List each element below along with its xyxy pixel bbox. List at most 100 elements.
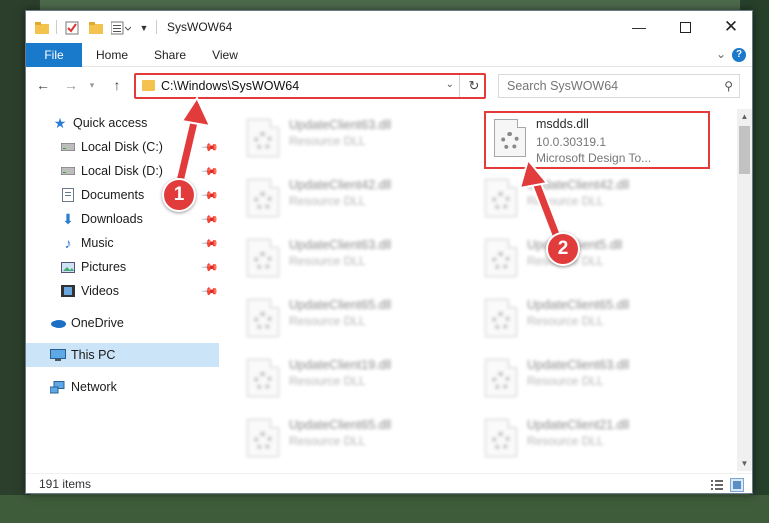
help-icon[interactable]: ? — [732, 48, 746, 62]
file-type: Resource DLL — [527, 314, 604, 328]
details-view-icon[interactable] — [710, 478, 724, 492]
address-divider — [459, 75, 460, 97]
search-icon[interactable]: ⚲ — [724, 79, 733, 93]
title-bar: ▼ SysWOW64 — ✕ — [26, 11, 752, 43]
refresh-icon[interactable]: ↻ — [463, 75, 485, 97]
sidebar-item-label: Music — [81, 236, 114, 250]
drive-icon — [60, 164, 76, 178]
file-tile[interactable]: UpdateClient42.dll Resource DLL — [477, 173, 705, 229]
file-tile[interactable]: UpdateClient63.dll Resource DLL — [239, 113, 467, 169]
file-tile[interactable]: UpdateClient5.dll Resource DLL — [477, 233, 705, 289]
file-tile[interactable]: UpdateClient63.dll Resource DLL — [477, 353, 705, 409]
network-icon — [50, 380, 66, 394]
new-folder-icon[interactable] — [88, 19, 104, 37]
dll-file-icon — [247, 419, 279, 457]
sidebar-item-label: Local Disk (C:) — [81, 140, 163, 154]
file-name: UpdateClient63.dll — [289, 118, 392, 132]
file-type: Resource DLL — [527, 434, 604, 448]
dll-file-icon — [247, 239, 279, 277]
file-tile[interactable]: UpdateClient42.dll Resource DLL — [239, 173, 467, 229]
address-bar[interactable]: C:\Windows\SysWOW64 ⌄ ↻ — [134, 73, 486, 99]
maximize-icon — [679, 21, 691, 33]
dll-file-icon — [247, 359, 279, 397]
window-title: SysWOW64 — [167, 20, 233, 34]
file-name: UpdateClient65.dll — [527, 298, 630, 312]
file-tile[interactable]: UpdateClient65.dll Resource DLL — [239, 293, 467, 349]
sidebar-item-this-pc[interactable]: This PC — [26, 343, 219, 367]
search-input[interactable] — [499, 75, 709, 97]
tab-home[interactable]: Home — [86, 43, 138, 67]
pin-icon: 📌 — [200, 186, 219, 205]
explorer-window: ▼ SysWOW64 — ✕ File Home Share View ⌄ ? … — [25, 10, 753, 494]
pin-icon: 📌 — [200, 258, 219, 277]
cloud-icon — [50, 316, 66, 330]
vertical-scrollbar[interactable]: ▲ ▼ — [737, 109, 752, 471]
up-arrow-icon[interactable]: ↑ — [108, 76, 126, 94]
address-path[interactable]: C:\Windows\SysWOW64 — [161, 79, 299, 93]
step-badge-2: 2 — [546, 232, 580, 266]
ribbon-tabs: File Home Share View ⌄ ? — [26, 43, 752, 67]
pictures-icon — [60, 260, 76, 274]
tab-file[interactable]: File — [26, 43, 82, 67]
sidebar-item-onedrive[interactable]: OneDrive — [26, 311, 219, 335]
minimize-button[interactable]: — — [616, 11, 662, 43]
music-icon: ♪ — [64, 235, 72, 251]
quick-access-dropdown-icon[interactable]: ▼ — [138, 19, 150, 37]
file-name: UpdateClient63.dll — [289, 238, 392, 252]
dll-file-icon — [485, 299, 517, 337]
tab-share[interactable]: Share — [144, 43, 196, 67]
file-name: UpdateClient21.dll — [527, 418, 630, 432]
videos-icon — [60, 284, 76, 298]
search-box[interactable]: ⚲ — [498, 74, 740, 98]
address-dropdown-icon[interactable]: ⌄ — [446, 79, 454, 90]
file-type: Resource DLL — [289, 374, 366, 388]
sidebar-item-music[interactable]: ♪ Music 📌 — [26, 231, 219, 255]
recent-locations-icon[interactable]: ▾ — [86, 76, 98, 94]
file-tile[interactable]: UpdateClient65.dll Resource DLL — [477, 293, 705, 349]
sidebar-item-videos[interactable]: Videos 📌 — [26, 279, 219, 303]
expand-ribbon-icon[interactable]: ⌄ — [716, 47, 726, 61]
file-tile-msdds[interactable]: msdds.dll 10.0.30319.1 Microsoft Design … — [484, 111, 710, 169]
forward-arrow-icon[interactable]: → — [62, 76, 80, 94]
customize-toolbar-icon[interactable] — [110, 19, 132, 37]
status-bar: 191 items — [26, 473, 752, 493]
sidebar-item-label: Documents — [81, 188, 145, 202]
sidebar-item-network[interactable]: Network — [26, 375, 219, 399]
scroll-down-icon[interactable]: ▼ — [737, 456, 752, 471]
file-type: Resource DLL — [289, 314, 366, 328]
pin-icon: 📌 — [200, 234, 219, 253]
tab-view[interactable]: View — [202, 43, 248, 67]
maximize-button[interactable] — [662, 11, 708, 43]
pin-icon: 📌 — [200, 210, 219, 229]
file-name: UpdateClient63.dll — [527, 358, 630, 372]
file-tile[interactable]: UpdateClient65.dll Resource DLL — [239, 413, 467, 469]
sidebar-item-quick-access[interactable]: ★ Quick access — [26, 111, 219, 135]
large-icons-view-icon[interactable] — [730, 478, 744, 492]
file-type: Resource DLL — [289, 194, 366, 208]
dll-file-icon — [494, 119, 526, 157]
dll-file-icon — [247, 119, 279, 157]
file-tile[interactable]: UpdateClient63.dll Resource DLL — [239, 233, 467, 289]
dll-file-icon — [247, 299, 279, 337]
pin-icon: 📌 — [200, 162, 219, 181]
sidebar-item-downloads[interactable]: ⬇ Downloads 📌 — [26, 207, 219, 231]
back-arrow-icon[interactable]: ← — [34, 76, 52, 94]
close-button[interactable]: ✕ — [708, 11, 752, 43]
sidebar-item-label: Quick access — [73, 116, 148, 130]
star-icon: ★ — [53, 114, 67, 131]
sidebar-item-pictures[interactable]: Pictures 📌 — [26, 255, 219, 279]
file-name: UpdateClient65.dll — [289, 298, 392, 312]
file-name: UpdateClient42.dll — [527, 178, 630, 192]
file-tile[interactable]: UpdateClient21.dll Resource DLL — [477, 413, 705, 469]
scroll-up-icon[interactable]: ▲ — [737, 109, 752, 124]
file-version: 10.0.30319.1 — [536, 135, 607, 149]
downloads-icon: ⬇ — [62, 210, 74, 227]
scroll-thumb[interactable] — [739, 126, 750, 174]
file-tile[interactable]: UpdateClient19.dll Resource DLL — [239, 353, 467, 409]
sidebar-item-local-disk-c[interactable]: Local Disk (C:) 📌 — [26, 135, 219, 159]
file-description: Microsoft Design To... — [536, 151, 652, 165]
folder-icon — [142, 80, 155, 91]
properties-icon[interactable] — [64, 19, 80, 37]
sidebar-item-local-disk-d[interactable]: Local Disk (D:) 📌 — [26, 159, 219, 183]
step-badge-1: 1 — [162, 178, 196, 212]
